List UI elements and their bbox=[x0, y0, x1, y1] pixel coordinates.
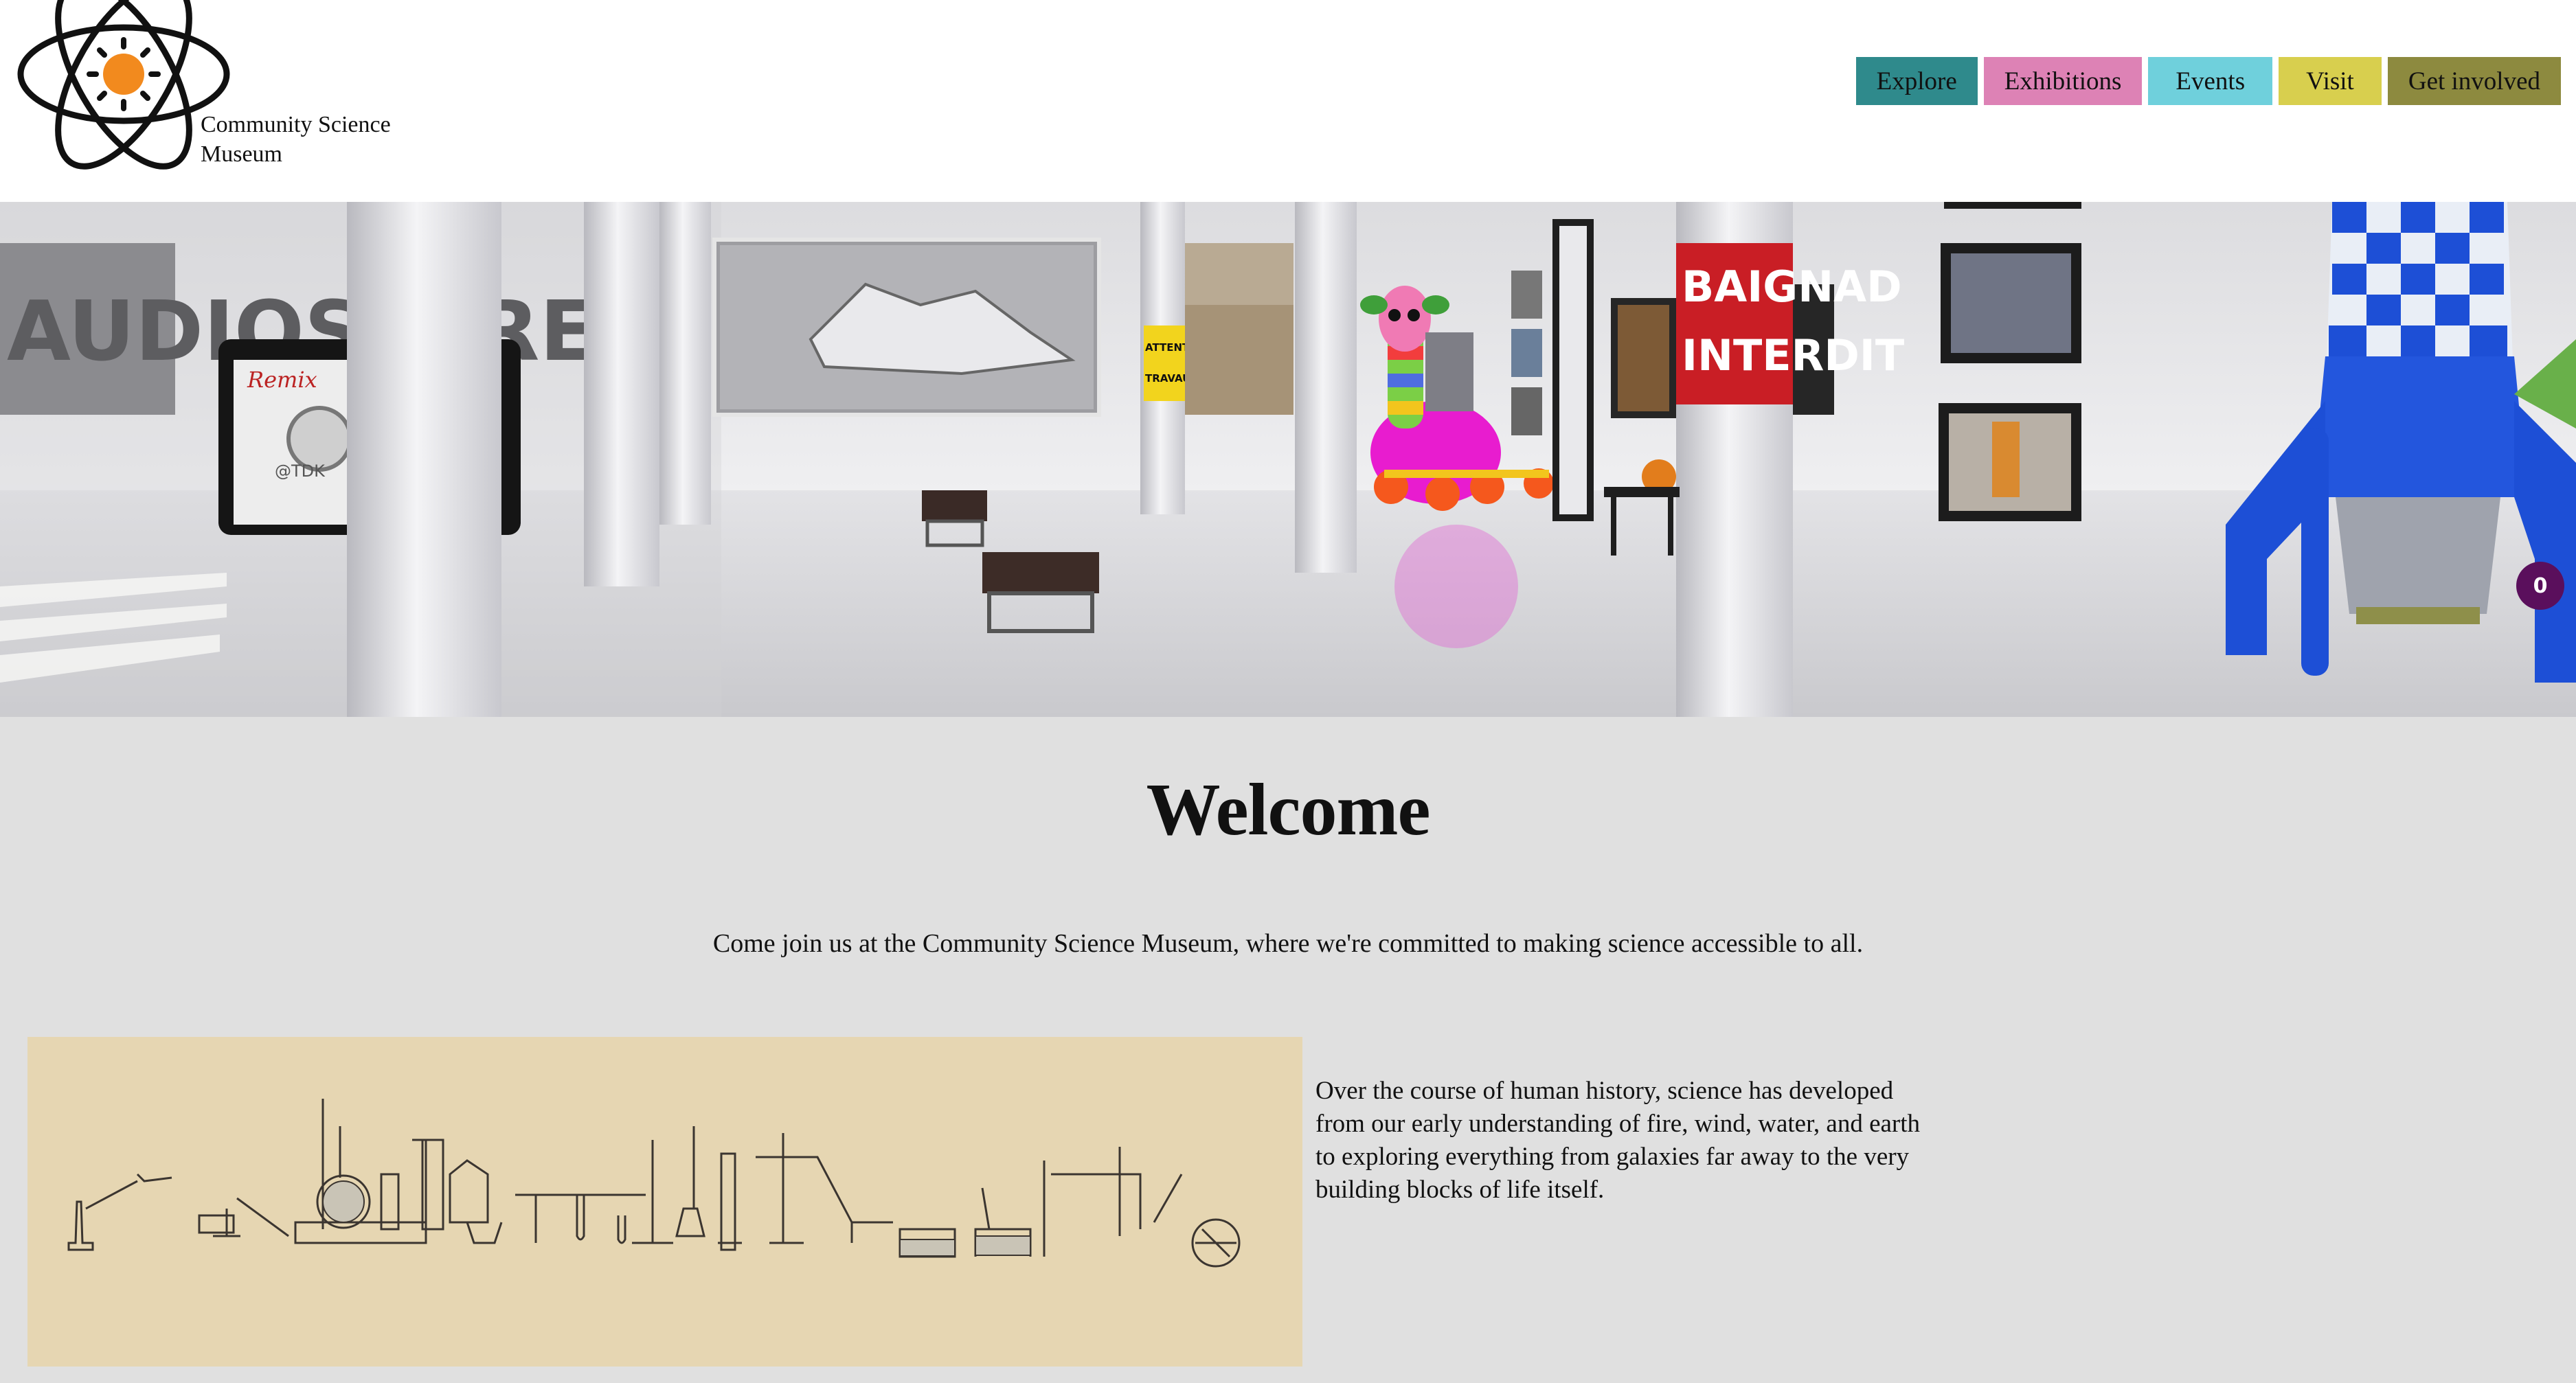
main-nav: Explore Exhibitions Events Visit Get inv… bbox=[1855, 57, 2561, 105]
nav-events[interactable]: Events bbox=[2148, 57, 2273, 105]
nav-exhibitions-label: Exhibitions bbox=[2004, 67, 2122, 95]
history-paragraph: Over the course of human history, scienc… bbox=[1315, 1077, 1921, 1204]
nav-exhibitions[interactable]: Exhibitions bbox=[1983, 57, 2143, 105]
hero-gallery-image: AUDIOSTEREO Remix @TDK ATTENTION TRAVAUX bbox=[0, 202, 2576, 717]
nav-explore[interactable]: Explore bbox=[1855, 57, 1978, 105]
nav-events-label: Events bbox=[2176, 67, 2246, 95]
nav-explore-label: Explore bbox=[1876, 67, 1957, 95]
nav-get-involved[interactable]: Get involved bbox=[2387, 57, 2561, 105]
nav-get-involved-label: Get involved bbox=[2408, 67, 2540, 95]
cart-count-badge[interactable]: 0 bbox=[2516, 562, 2564, 610]
lab-glassware-icon bbox=[67, 1099, 1241, 1268]
brand-name: Community Science Museum bbox=[201, 110, 420, 169]
nav-visit-label: Visit bbox=[2306, 67, 2354, 95]
cassette-maker: @TDK bbox=[275, 461, 326, 481]
brand-name-text: Community Science Museum bbox=[201, 112, 391, 167]
cart-count: 0 bbox=[2533, 573, 2548, 598]
site-header: Community Science Museum Explore Exhibit… bbox=[0, 0, 2576, 202]
cassette-brand: Remix bbox=[247, 367, 317, 393]
nav-visit[interactable]: Visit bbox=[2279, 57, 2382, 105]
red-banner-line2: INTERDIT bbox=[1682, 330, 1904, 380]
lab-equipment-illustration bbox=[27, 1037, 1302, 1367]
welcome-subtitle: Come join us at the Community Science Mu… bbox=[712, 929, 1864, 958]
welcome-title: Welcome bbox=[1146, 769, 1431, 851]
gallery-illustration: AUDIOSTEREO Remix @TDK ATTENTION TRAVAUX bbox=[0, 202, 2576, 717]
red-banner-line1: BAIGNAD bbox=[1682, 262, 1902, 312]
